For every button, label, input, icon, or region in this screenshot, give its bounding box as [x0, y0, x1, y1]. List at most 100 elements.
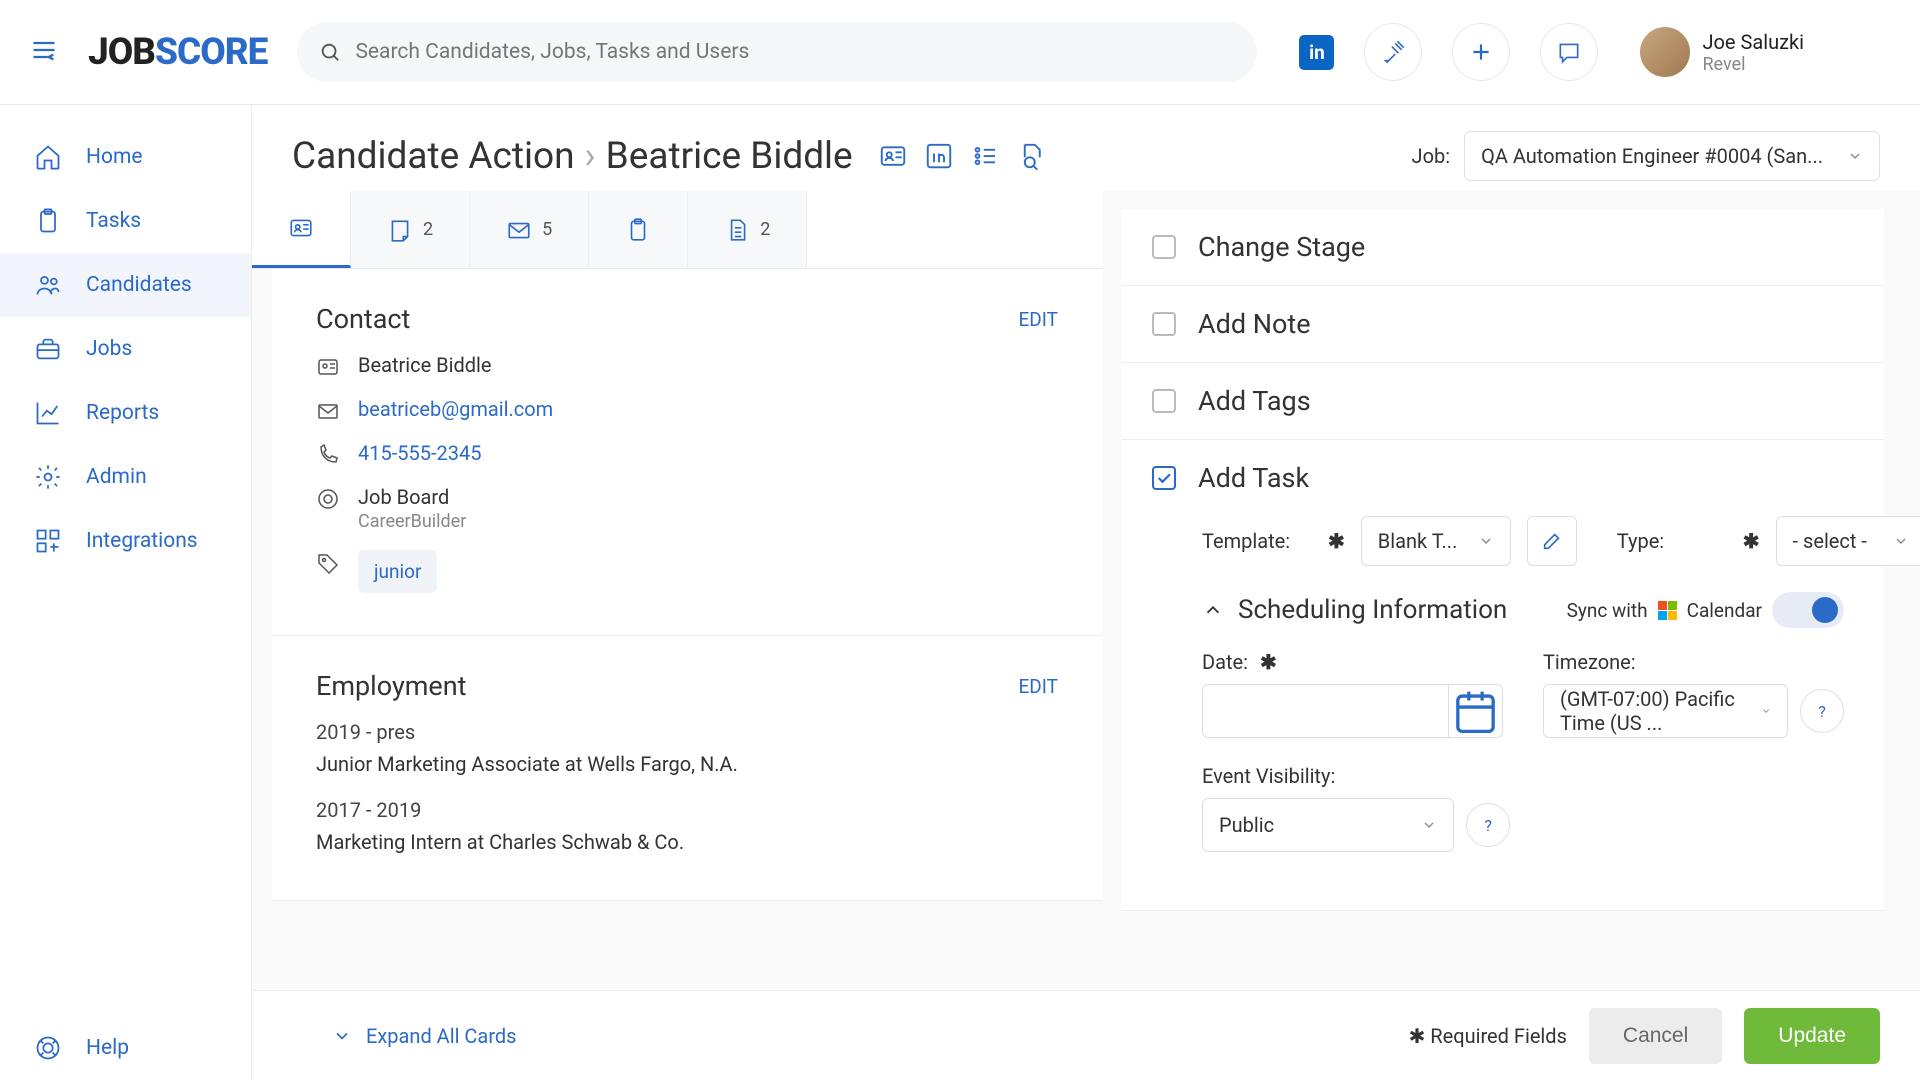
search-input[interactable]: Search Candidates, Jobs, Tasks and Users	[297, 22, 1257, 82]
sidebar-item-label: Jobs	[86, 337, 132, 361]
section-title: Add Note	[1198, 308, 1311, 340]
change-stage-section[interactable]: Change Stage	[1122, 209, 1884, 286]
edit-template-button[interactable]	[1527, 516, 1577, 566]
template-label: Template:	[1202, 529, 1312, 553]
employment-card: Employment EDIT 2019 - pres Junior Marke…	[272, 636, 1102, 901]
timezone-select[interactable]: (GMT-07:00) Pacific Time (US ...	[1543, 684, 1788, 738]
template-value: Blank T...	[1378, 529, 1458, 553]
chevron-up-icon[interactable]	[1202, 599, 1224, 621]
sidebar-item-reports[interactable]: Reports	[0, 381, 251, 445]
required-note: ✱ Required Fields	[1409, 1024, 1567, 1048]
contact-phone[interactable]: 415-555-2345	[358, 441, 481, 465]
list-icon[interactable]	[967, 138, 1003, 174]
profile-card-icon[interactable]	[875, 138, 911, 174]
checkbox[interactable]	[1152, 312, 1176, 336]
gavel-button[interactable]	[1364, 23, 1422, 81]
template-select[interactable]: Blank T...	[1361, 516, 1511, 566]
cancel-button[interactable]: Cancel	[1589, 1008, 1722, 1064]
checkbox-checked[interactable]	[1152, 466, 1176, 490]
sidebar-item-label: Candidates	[86, 273, 192, 297]
required-marker: ✱	[1328, 529, 1345, 553]
note-icon	[387, 217, 413, 243]
sidebar-item-tasks[interactable]: Tasks	[0, 189, 251, 253]
section-title: Add Task	[1198, 462, 1309, 494]
breadcrumb: Candidate Action › Beatrice Biddle	[292, 135, 853, 178]
breadcrumb-current: Beatrice Biddle	[606, 135, 853, 178]
help-button[interactable]: ?	[1466, 803, 1510, 847]
expand-all-button[interactable]: Expand All Cards	[332, 1024, 517, 1048]
tab-badge: 2	[423, 219, 433, 240]
sidebar-item-integrations[interactable]: Integrations	[0, 509, 251, 573]
gear-icon	[34, 463, 62, 491]
clipboard-icon	[34, 207, 62, 235]
target-icon	[316, 487, 340, 511]
id-card-icon	[316, 355, 340, 379]
search-icon	[319, 41, 341, 63]
mail-icon	[506, 217, 532, 243]
sidebar-item-candidates[interactable]: Candidates	[0, 253, 251, 317]
edit-contact-button[interactable]: EDIT	[1018, 308, 1058, 331]
contact-tag[interactable]: junior	[358, 550, 437, 593]
phone-icon	[316, 443, 340, 467]
section-title: Add Tags	[1198, 385, 1311, 417]
chat-button[interactable]	[1540, 23, 1598, 81]
update-button[interactable]: Update	[1744, 1008, 1880, 1064]
timezone-value: (GMT-07:00) Pacific Time (US ...	[1560, 687, 1743, 735]
sidebar-item-label: Tasks	[86, 209, 141, 233]
date-label: Date:	[1202, 650, 1248, 674]
linkedin-button[interactable]: in	[1299, 35, 1334, 70]
contact-email[interactable]: beatriceb@gmail.com	[358, 397, 553, 421]
tab-tasks[interactable]	[589, 191, 688, 268]
contact-source-sub: CareerBuilder	[358, 511, 466, 532]
add-tags-section[interactable]: Add Tags	[1122, 363, 1884, 440]
contact-source: Job Board	[358, 485, 449, 509]
checkbox[interactable]	[1152, 389, 1176, 413]
document-icon	[724, 217, 750, 243]
employment-item: 2017 - 2019 Marketing Intern at Charles …	[316, 798, 1058, 854]
microsoft-icon	[1658, 601, 1677, 620]
mail-icon	[316, 399, 340, 423]
help-button[interactable]: ?	[1800, 689, 1844, 733]
tab-badge: 5	[542, 219, 552, 240]
sidebar-item-home[interactable]: Home	[0, 125, 251, 189]
type-label: Type:	[1617, 529, 1727, 553]
contact-name: Beatrice Biddle	[358, 353, 492, 377]
sidebar-item-label: Home	[86, 145, 143, 169]
calendar-button[interactable]	[1449, 684, 1503, 738]
sync-toggle[interactable]	[1772, 592, 1844, 628]
tab-docs[interactable]: 2	[688, 191, 807, 268]
briefcase-icon	[34, 335, 62, 363]
breadcrumb-root[interactable]: Candidate Action	[292, 135, 575, 178]
contact-card: Contact EDIT Beatrice Biddle beatriceb@g…	[272, 269, 1102, 636]
tab-notes[interactable]: 2	[351, 191, 470, 268]
sidebar-item-label: Reports	[86, 401, 159, 425]
visibility-select[interactable]: Public	[1202, 798, 1454, 852]
job-picker-select[interactable]: QA Automation Engineer #0004 (San...	[1464, 131, 1880, 181]
edit-employment-button[interactable]: EDIT	[1018, 675, 1058, 698]
date-input[interactable]	[1202, 684, 1449, 738]
tab-email[interactable]: 5	[470, 191, 589, 268]
linkedin-icon[interactable]	[921, 138, 957, 174]
sidebar-item-admin[interactable]: Admin	[0, 445, 251, 509]
type-select[interactable]: - select -	[1776, 516, 1920, 566]
search-placeholder: Search Candidates, Jobs, Tasks and Users	[355, 40, 749, 64]
user-menu[interactable]: Joe Saluzki Revel	[1640, 27, 1804, 77]
type-value: - select -	[1793, 529, 1867, 553]
logo: JOBSCORE	[88, 31, 267, 74]
grid-plus-icon	[34, 527, 62, 555]
checkbox[interactable]	[1152, 235, 1176, 259]
linkedin-icon: in	[1309, 41, 1325, 64]
calendar-label: Calendar	[1687, 599, 1762, 622]
sidebar-item-jobs[interactable]: Jobs	[0, 317, 251, 381]
logo-part2: SCORE	[155, 31, 267, 74]
search-doc-icon[interactable]	[1013, 138, 1049, 174]
menu-toggle[interactable]	[30, 36, 58, 68]
section-title: Change Stage	[1198, 231, 1365, 263]
add-button[interactable]	[1452, 23, 1510, 81]
tab-profile[interactable]	[252, 191, 351, 268]
sidebar-item-help[interactable]: Help	[0, 1016, 251, 1080]
lifebuoy-icon	[34, 1034, 62, 1062]
chevron-down-icon	[1847, 148, 1863, 164]
add-note-section[interactable]: Add Note	[1122, 286, 1884, 363]
people-icon	[34, 271, 62, 299]
